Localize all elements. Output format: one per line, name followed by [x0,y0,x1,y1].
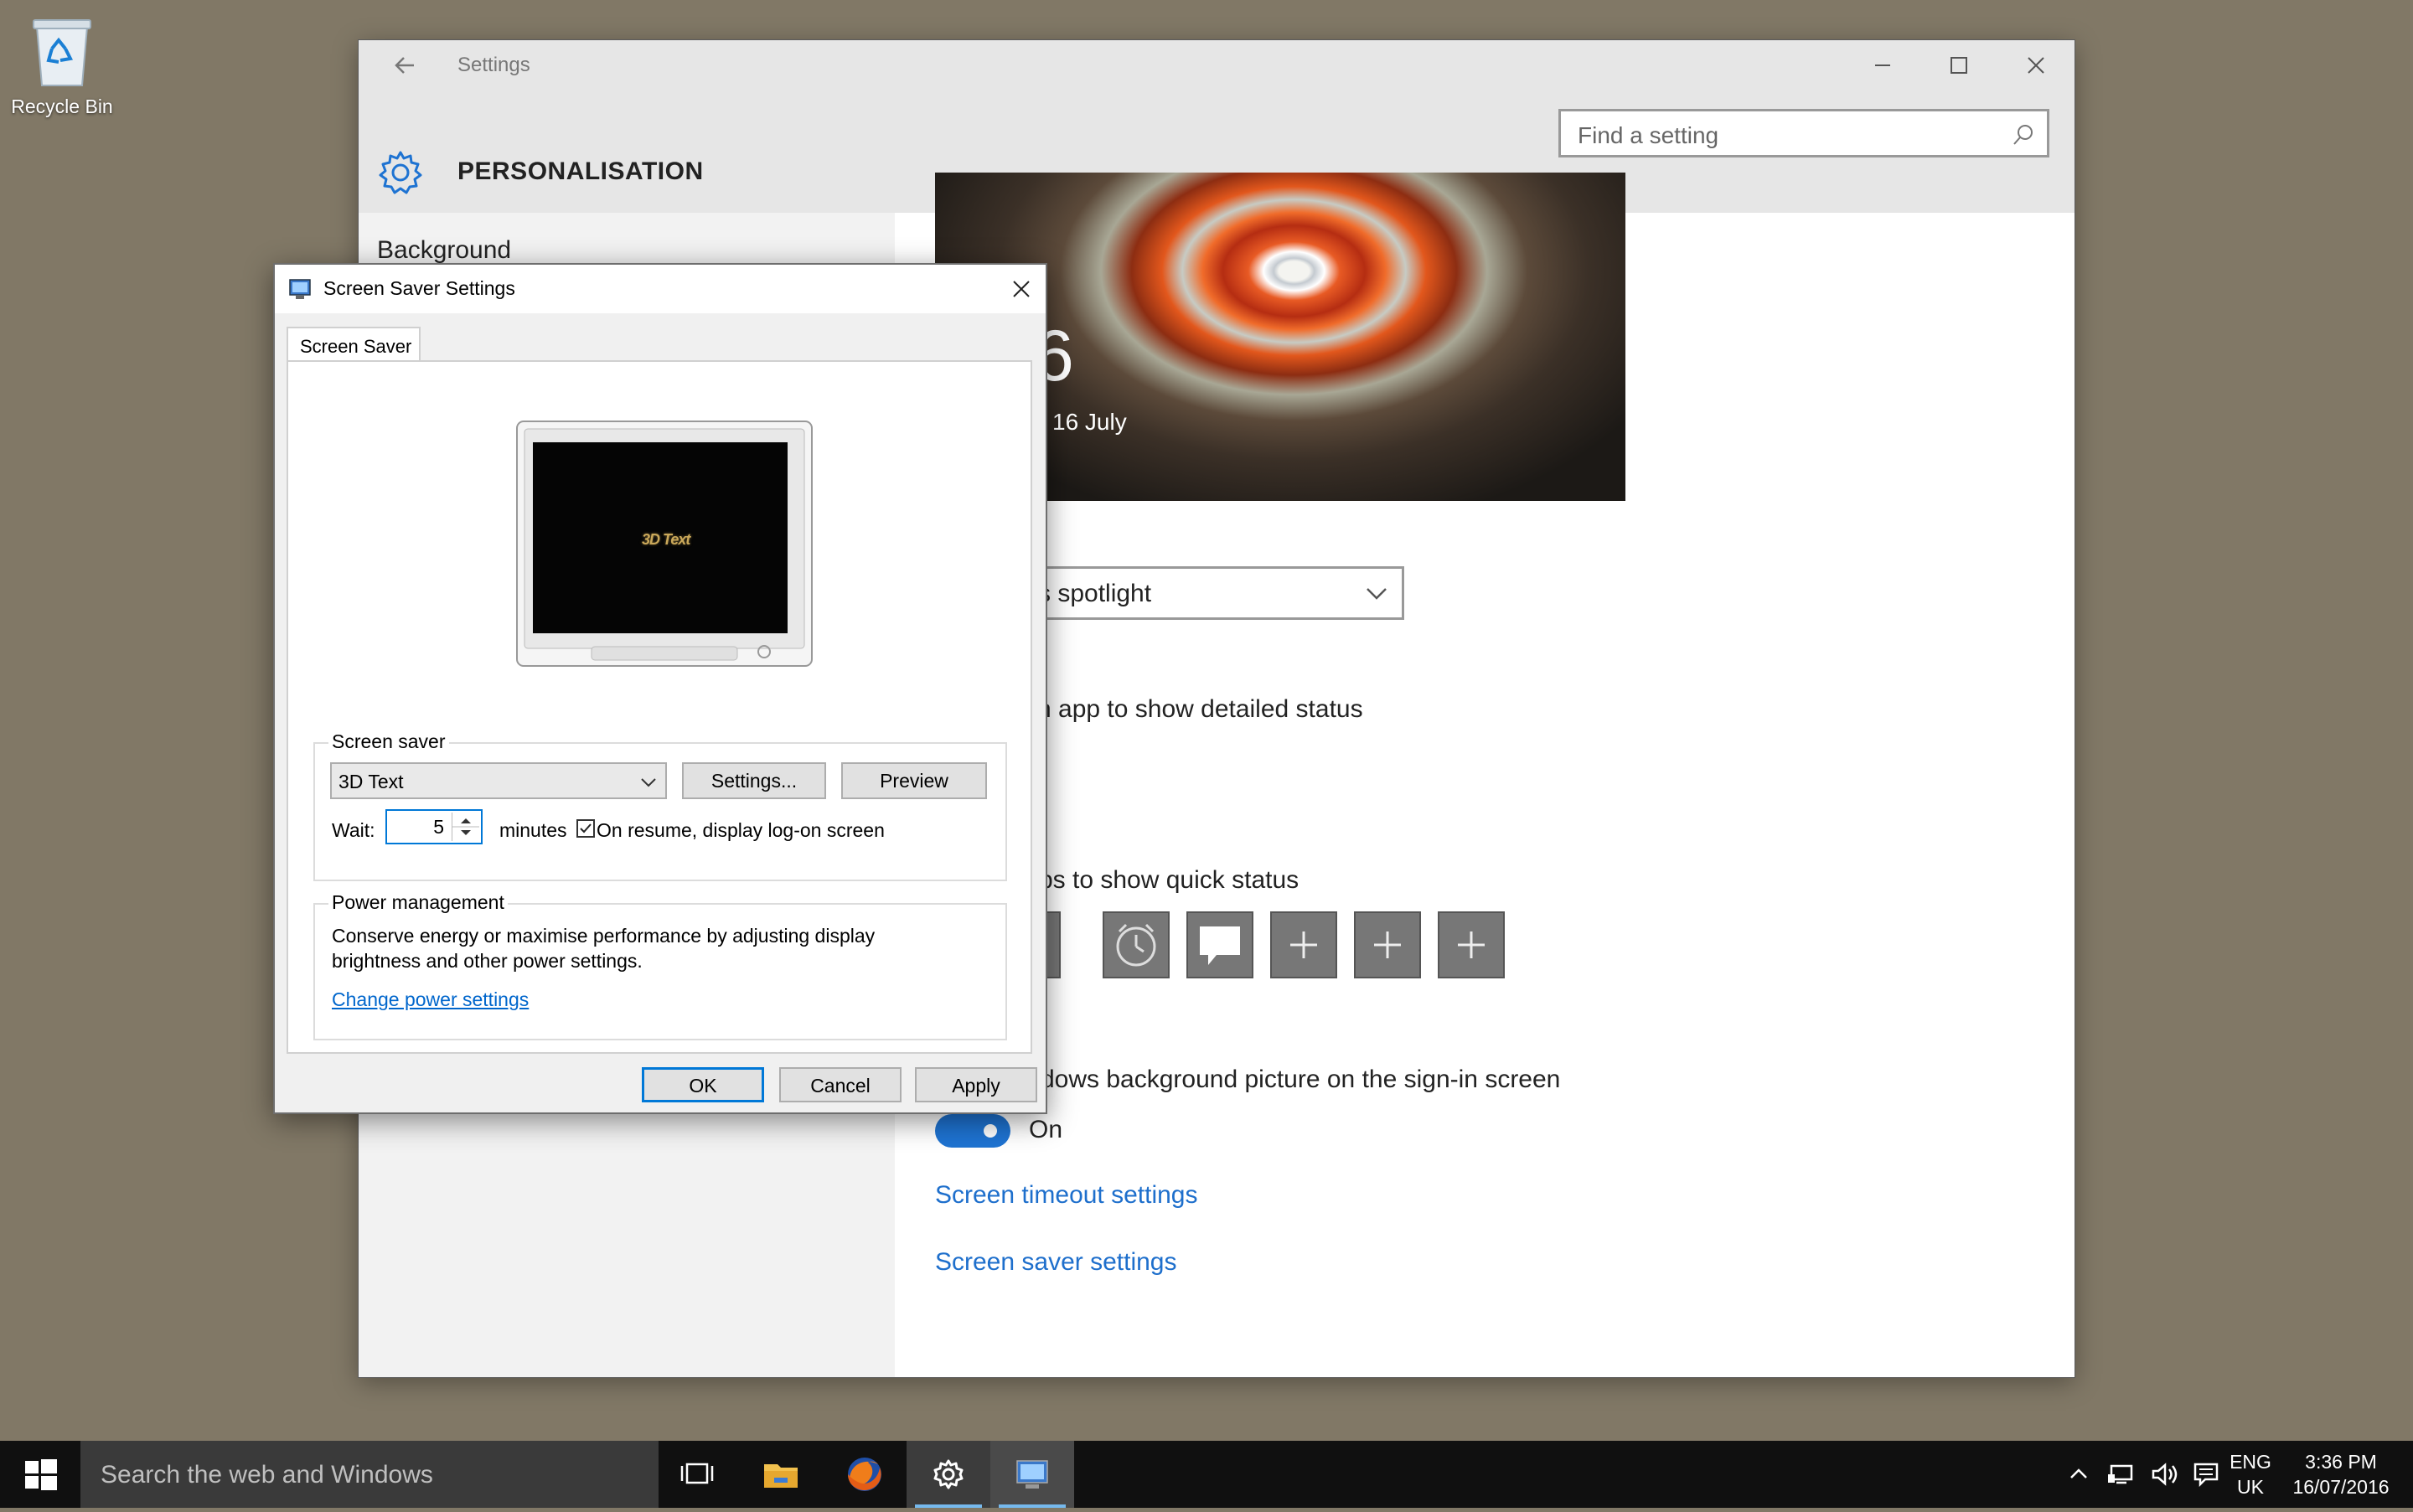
taskbar: Search the web and Windows ENG UK 3:36 P… [0,1441,2413,1508]
start-button[interactable] [0,1441,80,1508]
apply-button[interactable]: Apply [915,1067,1037,1102]
clock-time[interactable]: 3:36 PM [2282,1451,2400,1473]
screen-saver-app-icon [288,276,313,302]
network-icon[interactable] [2101,1441,2143,1508]
sign-in-picture-label: dows background picture on the sign-in s… [1041,1066,1561,1093]
tab-screen-saver-label: Screen Saver [300,336,412,357]
volume-icon[interactable] [2145,1441,2187,1508]
taskbar-search-placeholder: Search the web and Windows [101,1461,433,1489]
gear-icon [377,149,424,196]
settings-taskbar-icon[interactable] [907,1441,990,1508]
resume-logon-label: On resume, display log-on screen [597,819,885,841]
wait-minutes-spinner[interactable]: 5 [385,809,483,844]
power-description-line2: brightness and other power settings. [332,950,643,972]
cancel-button[interactable]: Cancel [779,1067,902,1102]
recycle-bin-label: Recycle Bin [11,95,113,117]
resume-logon-checkbox[interactable] [576,819,595,838]
monitor-preview: 3D Text [516,421,813,667]
chevron-up-icon[interactable] [2058,1441,2100,1508]
clock-date[interactable]: 16/07/2016 [2282,1476,2400,1499]
settings-search-placeholder: Find a setting [1578,122,1719,148]
active-indicator [915,1504,982,1508]
screen-saver-select[interactable]: 3D Text [330,762,667,799]
close-button[interactable] [1997,40,2075,90]
taskbar-search-box[interactable]: Search the web and Windows [80,1441,659,1508]
quick-status-label: ps to show quick status [1039,866,1300,894]
screen-timeout-settings-link[interactable]: Screen timeout settings [935,1181,1198,1210]
firefox-icon[interactable] [823,1441,907,1508]
power-description-line1: Conserve energy or maximise performance … [332,925,876,947]
search-icon[interactable] [2012,123,2035,147]
ok-button[interactable]: OK [642,1067,764,1102]
chevron-down-icon [640,776,657,789]
minimize-button[interactable] [1843,40,1920,90]
minutes-label: minutes [499,819,567,841]
screen-saver-dialog: Screen Saver Settings Screen Saver 3D Te… [273,263,1047,1114]
action-center-icon[interactable] [2185,1441,2227,1508]
quick-status-alarm-tile[interactable] [1103,911,1170,978]
recycle-bin[interactable]: Recycle Bin [0,12,124,118]
lock-screen-date: 16 July [1052,409,1127,435]
settings-search-input[interactable]: Find a setting [1558,109,2049,157]
power-management-legend: Power management [328,891,508,914]
dialog-close-icon[interactable] [1007,275,1036,303]
background-dropdown-value: s spotlight [1038,580,1152,607]
screen-saver-taskbar-icon[interactable] [990,1441,1074,1508]
settings-titlebar: Settings [359,40,2075,90]
screen-saver-tab-panel: 3D Text Screen saver 3D Text Settings...… [287,360,1032,1054]
quick-status-add-tile-1[interactable] [1270,911,1337,978]
quick-status-message-tile[interactable] [1186,911,1253,978]
spinner-arrows-icon[interactable] [452,813,479,841]
screen-saver-preview-button[interactable]: Preview [841,762,987,799]
active-indicator [999,1504,1066,1508]
language-indicator[interactable]: ENG [2225,1451,2276,1473]
recycle-bin-icon [27,12,97,89]
wait-minutes-value: 5 [433,816,444,838]
screen-saver-legend: Screen saver [328,730,449,753]
wait-label: Wait: [332,819,375,841]
quick-status-add-tile-3[interactable] [1438,911,1505,978]
detailed-status-label: n app to show detailed status [1037,695,1363,723]
screen-saver-settings-link[interactable]: Screen saver settings [935,1248,1176,1277]
dialog-title: Screen Saver Settings [323,277,515,299]
sign-in-picture-toggle-state: On [1029,1116,1063,1143]
preview-3d-text: 3D Text [642,531,690,548]
change-power-settings-link[interactable]: Change power settings [332,988,529,1011]
chevron-down-icon [1365,584,1388,604]
maximize-button[interactable] [1920,40,1997,90]
file-explorer-icon[interactable] [739,1441,823,1508]
sidebar-item-background[interactable]: Background [377,236,511,265]
settings-window-title: Settings [457,54,530,76]
task-view-icon[interactable] [655,1441,739,1508]
back-arrow-icon[interactable] [387,47,424,84]
quick-status-add-tile-2[interactable] [1354,911,1421,978]
page-title: PERSONALISATION [457,157,704,185]
tab-screen-saver[interactable]: Screen Saver [287,327,421,362]
windows-logo-icon [25,1459,57,1490]
screen-saver-settings-button[interactable]: Settings... [682,762,826,799]
dialog-titlebar: Screen Saver Settings [275,265,1046,313]
screen-saver-select-value: 3D Text [338,771,404,792]
region-indicator[interactable]: UK [2225,1476,2276,1499]
sign-in-picture-toggle[interactable] [935,1114,1010,1148]
